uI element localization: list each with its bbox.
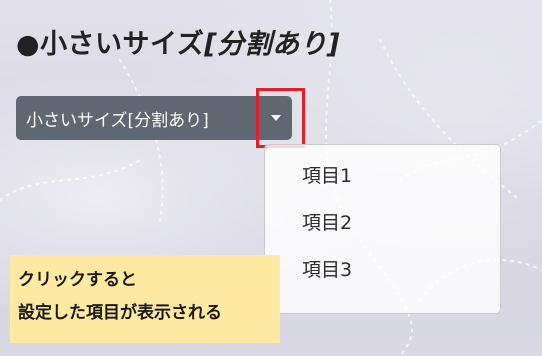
highlight-box — [256, 88, 305, 148]
note-line-2: 設定した項目が表示される — [18, 303, 222, 323]
page-heading: ●小さいサイズ[分割あり] — [16, 22, 340, 61]
dropdown-item-1[interactable]: 項目1 — [265, 163, 500, 210]
dropdown-menu: 項目1 項目2 項目3 — [264, 144, 501, 314]
split-dropdown-button: 小さいサイズ[分割あり] — [16, 96, 292, 140]
split-button-main[interactable]: 小さいサイズ[分割あり] — [16, 96, 258, 140]
heading-main: 小さいサイズ — [40, 29, 205, 60]
annotation-note: クリックすると 設定した項目が表示される — [10, 255, 280, 343]
note-line-1: クリックすると — [18, 270, 137, 290]
dropdown-item-3[interactable]: 項目3 — [265, 257, 500, 304]
dropdown-item-2[interactable]: 項目2 — [265, 210, 500, 257]
heading-suffix: [分割あり] — [204, 29, 340, 60]
heading-bullet: ● — [16, 29, 41, 60]
